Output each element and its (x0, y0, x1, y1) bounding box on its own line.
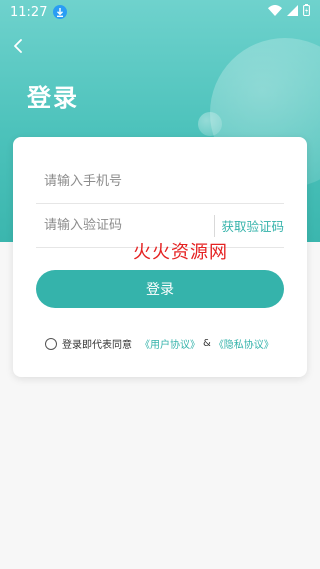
status-bar: 11:27 (0, 0, 320, 24)
agreement-text: 登录即代表同意 (62, 340, 132, 351)
page-title: 登录 (27, 84, 79, 112)
login-screen: 11:27 登录 获取验证码 登录 (0, 0, 320, 569)
login-button[interactable]: 登录 (36, 270, 284, 308)
signal-icon (287, 4, 298, 20)
privacy-agreement-link[interactable]: 《隐私协议》 (214, 336, 274, 351)
phone-field (36, 160, 284, 204)
agreement-row: 登录即代表同意 《用户协议》 & 《隐私协议》 (45, 336, 274, 351)
agree-checkbox[interactable] (45, 337, 57, 350)
battery-icon (303, 4, 310, 20)
chevron-left-icon (14, 39, 22, 53)
download-icon (53, 5, 68, 19)
status-right (268, 4, 310, 20)
wifi-icon (268, 4, 282, 20)
status-left: 11:27 (10, 4, 68, 20)
decorative-bubble-small (198, 112, 222, 136)
phone-input[interactable] (36, 160, 284, 203)
status-time: 11:27 (10, 4, 48, 20)
back-button[interactable] (6, 34, 30, 58)
watermark-text: 火火资源网 (133, 242, 228, 263)
ampersand: & (203, 338, 211, 349)
get-code-button[interactable]: 获取验证码 (215, 216, 284, 235)
user-agreement-link[interactable]: 《用户协议》 (140, 336, 200, 351)
